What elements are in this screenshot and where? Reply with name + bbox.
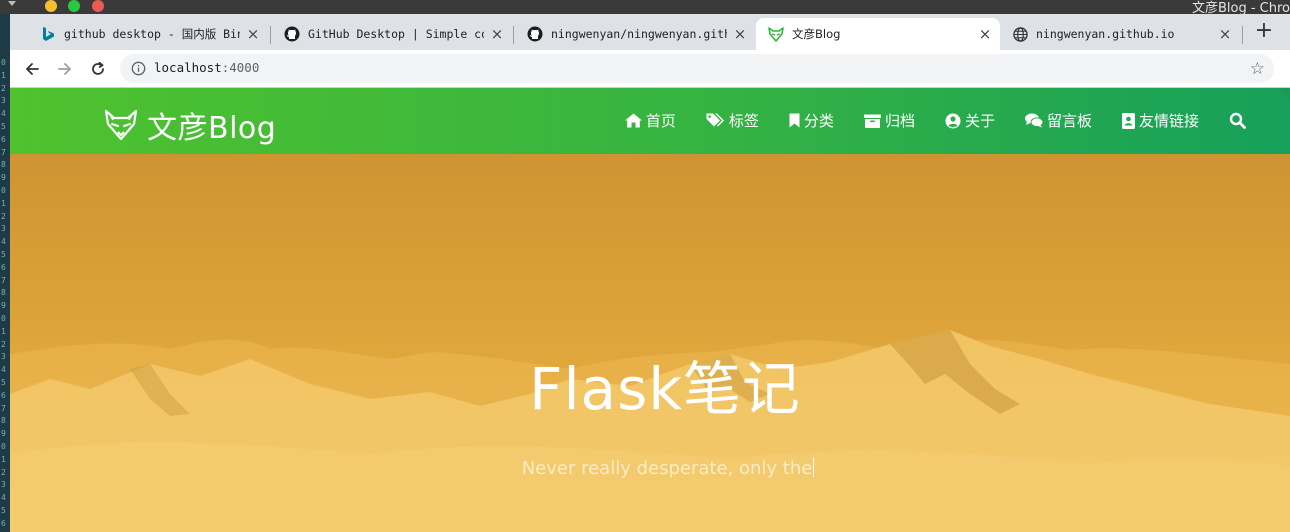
reload-icon bbox=[92, 61, 104, 75]
site-brand-text: 文彦Blog bbox=[147, 111, 277, 146]
post-subtitle-text: Never really desperate, only the bbox=[521, 458, 813, 479]
navbar-corner-fold bbox=[1278, 88, 1290, 100]
tab-title: GitHub Desktop | Simple collaboration bbox=[308, 27, 484, 41]
nav-item-label: 友情链接 bbox=[1138, 112, 1199, 130]
tab-strip: github desktop - 国内版 Bing × GitHub Deskt… bbox=[10, 14, 1290, 50]
comments-icon bbox=[1024, 113, 1043, 128]
nav-item-label: 分类 bbox=[803, 112, 834, 130]
nav-item-categories[interactable]: 分类 bbox=[789, 110, 834, 131]
site-nav: 首页 标签 分类 归档 关于 留言板 友情链接 bbox=[595, 110, 1250, 131]
address-bar[interactable]: localhost:4000 ☆ bbox=[120, 54, 1274, 83]
web-page: 文彦Blog 首页 标签 分类 归档 关于 留言板 友情链接 Flask笔记 N… bbox=[10, 88, 1290, 532]
nav-item-label: 标签 bbox=[728, 112, 759, 130]
user-circle-icon bbox=[945, 113, 961, 128]
browser-toolbar: localhost:4000 ☆ bbox=[10, 50, 1290, 88]
bookmark-icon bbox=[789, 113, 800, 128]
forward-button[interactable] bbox=[55, 59, 75, 79]
search-icon bbox=[1229, 112, 1246, 129]
reload-button[interactable] bbox=[88, 59, 108, 79]
tab-bing[interactable]: github desktop - 国内版 Bing × bbox=[28, 18, 268, 50]
archive-icon bbox=[863, 114, 881, 128]
tab-separator bbox=[270, 26, 271, 44]
home-icon bbox=[624, 113, 642, 128]
fox-logo-icon bbox=[104, 109, 138, 141]
url-port: :4000 bbox=[221, 60, 260, 75]
back-arrow-icon bbox=[26, 63, 39, 75]
new-tab-button[interactable]: + bbox=[1252, 20, 1276, 44]
forward-arrow-icon bbox=[58, 63, 71, 75]
tab-github-repo[interactable]: ningwenyan/ningwenyan.github.io × bbox=[515, 18, 755, 50]
nav-item-friend-links[interactable]: 友情链接 bbox=[1121, 110, 1199, 131]
bookmark-star-icon[interactable]: ☆ bbox=[1250, 59, 1265, 79]
github-icon bbox=[284, 26, 300, 42]
tab-title: ningwenyan.github.io bbox=[1036, 27, 1175, 41]
nav-item-tags[interactable]: 标签 bbox=[706, 110, 759, 131]
contact-card-icon bbox=[1121, 112, 1135, 129]
maximize-button[interactable] bbox=[68, 0, 80, 12]
close-tab-icon[interactable]: × bbox=[490, 25, 504, 43]
nav-item-label: 关于 bbox=[964, 112, 995, 130]
close-tab-icon[interactable]: × bbox=[1218, 25, 1232, 43]
browser-window: 文彦Blog - Chro github desktop - 国内版 Bing … bbox=[0, 0, 1290, 532]
url-text[interactable]: localhost:4000 bbox=[154, 60, 259, 75]
typing-cursor bbox=[813, 457, 815, 477]
nav-item-label: 留言板 bbox=[1046, 112, 1092, 130]
tab-title: github desktop - 国内版 Bing bbox=[64, 27, 240, 41]
back-button[interactable] bbox=[22, 59, 42, 79]
nav-item-label: 首页 bbox=[645, 112, 676, 130]
tab-title: ningwenyan/ningwenyan.github.io bbox=[551, 27, 727, 41]
fox-icon bbox=[768, 26, 784, 42]
nav-item-home[interactable]: 首页 bbox=[624, 110, 676, 131]
nav-item-guestbook[interactable]: 留言板 bbox=[1024, 110, 1092, 131]
close-tab-icon[interactable]: × bbox=[246, 25, 260, 43]
tags-icon bbox=[706, 113, 724, 127]
nav-item-about[interactable]: 关于 bbox=[945, 110, 995, 131]
site-search-button[interactable] bbox=[1229, 112, 1250, 129]
nav-item-archive[interactable]: 归档 bbox=[863, 110, 915, 131]
site-brand[interactable]: 文彦Blog bbox=[104, 103, 276, 147]
globe-icon bbox=[1012, 26, 1028, 42]
nav-item-label: 归档 bbox=[884, 112, 915, 130]
tab-separator bbox=[1242, 26, 1243, 44]
github-icon bbox=[527, 26, 543, 42]
tab-title: 文彦Blog bbox=[792, 27, 841, 41]
info-icon[interactable] bbox=[131, 61, 146, 80]
minimize-button[interactable] bbox=[45, 0, 57, 12]
url-host: localhost bbox=[154, 60, 222, 75]
tab-github-desktop[interactable]: GitHub Desktop | Simple collaboration × bbox=[272, 18, 512, 50]
menu-caret-icon[interactable] bbox=[8, 1, 16, 6]
os-title-bar: 文彦Blog - Chro bbox=[0, 0, 1290, 16]
close-tab-icon[interactable]: × bbox=[978, 25, 992, 43]
tab-wenyan-blog-active[interactable]: 文彦Blog × bbox=[756, 18, 1000, 50]
bing-icon bbox=[40, 26, 56, 42]
close-window-button[interactable] bbox=[92, 0, 104, 12]
hero-banner: Flask笔记 Never really desperate, only the bbox=[10, 154, 1290, 532]
post-subtitle: Never really desperate, only the bbox=[10, 457, 1290, 479]
site-navbar: 文彦Blog 首页 标签 分类 归档 关于 留言板 友情链接 bbox=[10, 88, 1290, 154]
close-tab-icon[interactable]: × bbox=[733, 25, 747, 43]
tab-github-io[interactable]: ningwenyan.github.io × bbox=[1000, 18, 1240, 50]
tab-separator bbox=[513, 26, 514, 44]
post-title: Flask笔记 bbox=[529, 355, 801, 423]
